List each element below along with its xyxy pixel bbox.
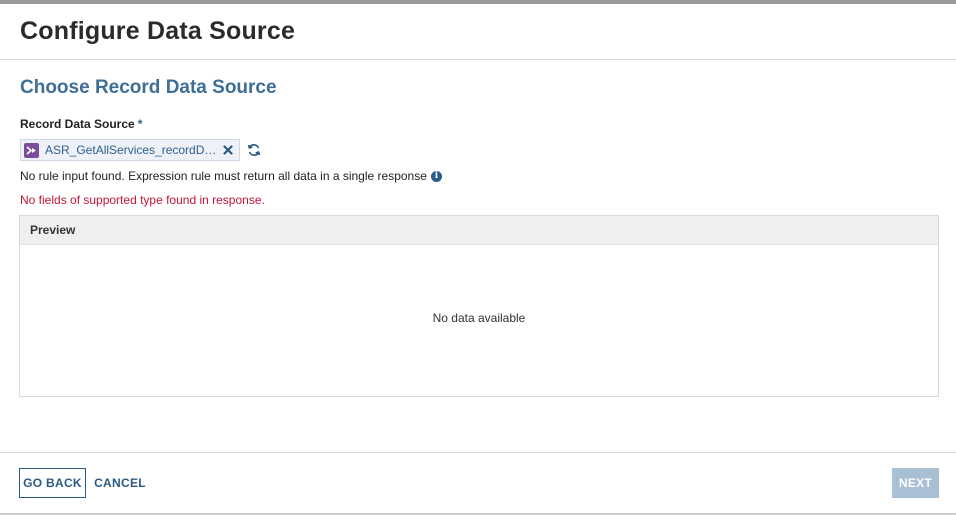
- preview-header: Preview: [20, 216, 938, 245]
- info-icon[interactable]: i: [430, 170, 442, 182]
- required-marker: *: [137, 117, 143, 131]
- refresh-icon[interactable]: [247, 143, 261, 157]
- title-divider: [0, 59, 956, 60]
- record-data-source-value[interactable]: ASR_GetAllServices_recordData...: [45, 143, 217, 157]
- rule-input-info: No rule input found. Expression rule mus…: [20, 169, 442, 183]
- dialog-title: Configure Data Source: [20, 17, 296, 45]
- close-icon[interactable]: [221, 143, 235, 157]
- record-data-source-chip[interactable]: ASR_GetAllServices_recordData...: [20, 139, 240, 161]
- rule-input-info-text: No rule input found. Expression rule mus…: [20, 169, 427, 183]
- preview-panel: Preview No data available: [19, 215, 939, 397]
- cancel-button[interactable]: CANCEL: [94, 468, 146, 498]
- field-label-text: Record Data Source: [20, 117, 135, 131]
- expression-rule-icon: [24, 142, 39, 158]
- preview-empty-state: No data available: [432, 311, 526, 325]
- go-back-button[interactable]: GO BACK: [19, 468, 86, 498]
- record-data-source-label: Record Data Source *: [20, 117, 142, 131]
- next-button[interactable]: NEXT: [892, 468, 939, 498]
- section-title: Choose Record Data Source: [20, 77, 277, 98]
- footer-divider: [0, 452, 956, 453]
- validation-error: No fields of supported type found in res…: [20, 193, 265, 207]
- top-border: [0, 0, 956, 4]
